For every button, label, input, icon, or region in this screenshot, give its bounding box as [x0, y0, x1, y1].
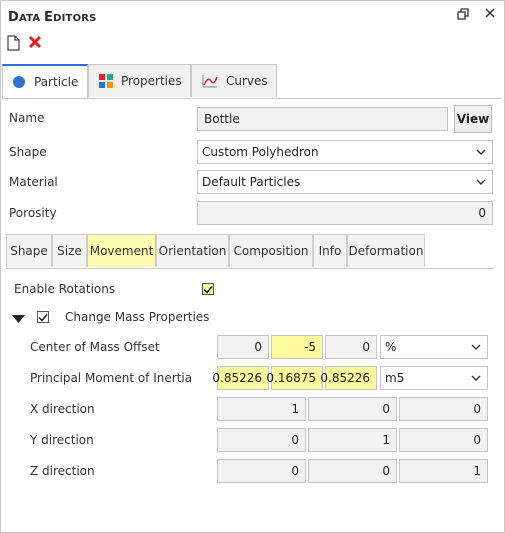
porosity-field[interactable]: 0	[197, 201, 493, 225]
particle-icon	[13, 76, 25, 88]
subtab-info[interactable]: Info	[313, 234, 347, 267]
material-select[interactable]: Default Particles	[197, 170, 493, 194]
subtab-size[interactable]: Size	[52, 234, 87, 267]
shape-label: Shape	[9, 145, 47, 159]
shape-select-value: Custom Polyhedron	[202, 145, 319, 159]
y-direction-3-field[interactable]: 0	[399, 428, 488, 452]
y-direction-1-field[interactable]: 0	[217, 428, 306, 452]
z-direction-2-field[interactable]: 0	[308, 459, 397, 483]
porosity-label: Porosity	[9, 206, 57, 220]
subtab-deformation[interactable]: Deformation	[347, 234, 425, 267]
close-icon-shape	[485, 8, 495, 18]
pmi-label: Principal Moment of Inertia	[30, 371, 193, 385]
tab-properties[interactable]: Properties	[88, 64, 191, 97]
restore-icon-shape	[457, 8, 469, 20]
tab-curves[interactable]: Curves	[191, 64, 277, 97]
com-label: Center of Mass Offset	[30, 340, 160, 354]
properties-grid-icon	[99, 74, 113, 88]
tab-properties-label: Properties	[121, 74, 182, 88]
subtab-orientation[interactable]: Orientation	[156, 234, 229, 267]
enable-rotations-label: Enable Rotations	[14, 282, 116, 296]
change-mass-label: Change Mass Properties	[65, 310, 210, 324]
pmi-z-field[interactable]: 0.85226	[320, 366, 377, 390]
close-icon[interactable]	[482, 7, 498, 23]
com-x-field[interactable]: 0	[217, 335, 269, 359]
delete-icon-shape	[28, 35, 42, 49]
y-direction-label: Y direction	[30, 433, 94, 447]
checkmark-icon	[203, 285, 213, 294]
z-direction-3-field[interactable]: 1	[399, 459, 488, 483]
delete-icon[interactable]	[28, 35, 44, 53]
subtab-shape[interactable]: Shape	[6, 234, 52, 267]
pmi-x-field[interactable]: 0.85226	[212, 366, 269, 390]
enable-rotations-checkbox[interactable]	[202, 283, 214, 295]
main-tabs: Particle Properties Curves	[2, 64, 502, 99]
name-field[interactable]: Bottle	[197, 107, 448, 131]
tab-curves-label: Curves	[226, 74, 268, 88]
new-document-icon-shape	[7, 35, 20, 51]
checkmark-icon	[38, 313, 48, 322]
x-direction-3-field[interactable]: 0	[399, 397, 488, 421]
x-direction-1-field[interactable]: 1	[217, 397, 306, 421]
com-unit-value: %	[385, 340, 397, 354]
pmi-y-field[interactable]: 0.16875	[266, 366, 323, 390]
x-direction-label: X direction	[30, 402, 95, 416]
com-y-field[interactable]: -5	[271, 335, 323, 359]
pmi-unit-value: m5	[385, 371, 405, 385]
chevron-down-icon	[469, 340, 483, 354]
z-direction-label: Z direction	[30, 464, 95, 478]
x-direction-2-field[interactable]: 0	[308, 397, 397, 421]
name-label: Name	[9, 111, 45, 125]
material-select-value: Default Particles	[202, 175, 301, 189]
com-z-field[interactable]: 0	[325, 335, 377, 359]
tab-particle-label: Particle	[34, 75, 79, 89]
collapse-triangle-icon[interactable]	[12, 313, 25, 327]
sub-tabs: Shape Size Movement Orientation Composit…	[6, 234, 494, 269]
y-direction-2-field[interactable]: 1	[308, 428, 397, 452]
curves-icon	[202, 75, 218, 88]
chevron-down-icon	[474, 175, 488, 189]
material-label: Material	[9, 175, 58, 189]
view-button[interactable]: View	[454, 105, 492, 133]
restore-window-icon[interactable]	[455, 8, 471, 24]
chevron-down-icon	[474, 145, 488, 159]
subtab-composition[interactable]: Composition	[229, 234, 313, 267]
change-mass-checkbox[interactable]	[37, 311, 49, 323]
com-unit-select[interactable]: %	[380, 335, 488, 359]
tab-particle[interactable]: Particle	[2, 64, 88, 98]
shape-select[interactable]: Custom Polyhedron	[197, 140, 493, 164]
pmi-unit-select[interactable]: m5	[380, 366, 488, 390]
panel-title: DATA EDITORS	[8, 10, 97, 25]
new-document-icon[interactable]	[7, 35, 23, 53]
chevron-down-icon	[469, 371, 483, 385]
z-direction-1-field[interactable]: 0	[217, 459, 306, 483]
subtab-movement[interactable]: Movement	[87, 234, 156, 267]
